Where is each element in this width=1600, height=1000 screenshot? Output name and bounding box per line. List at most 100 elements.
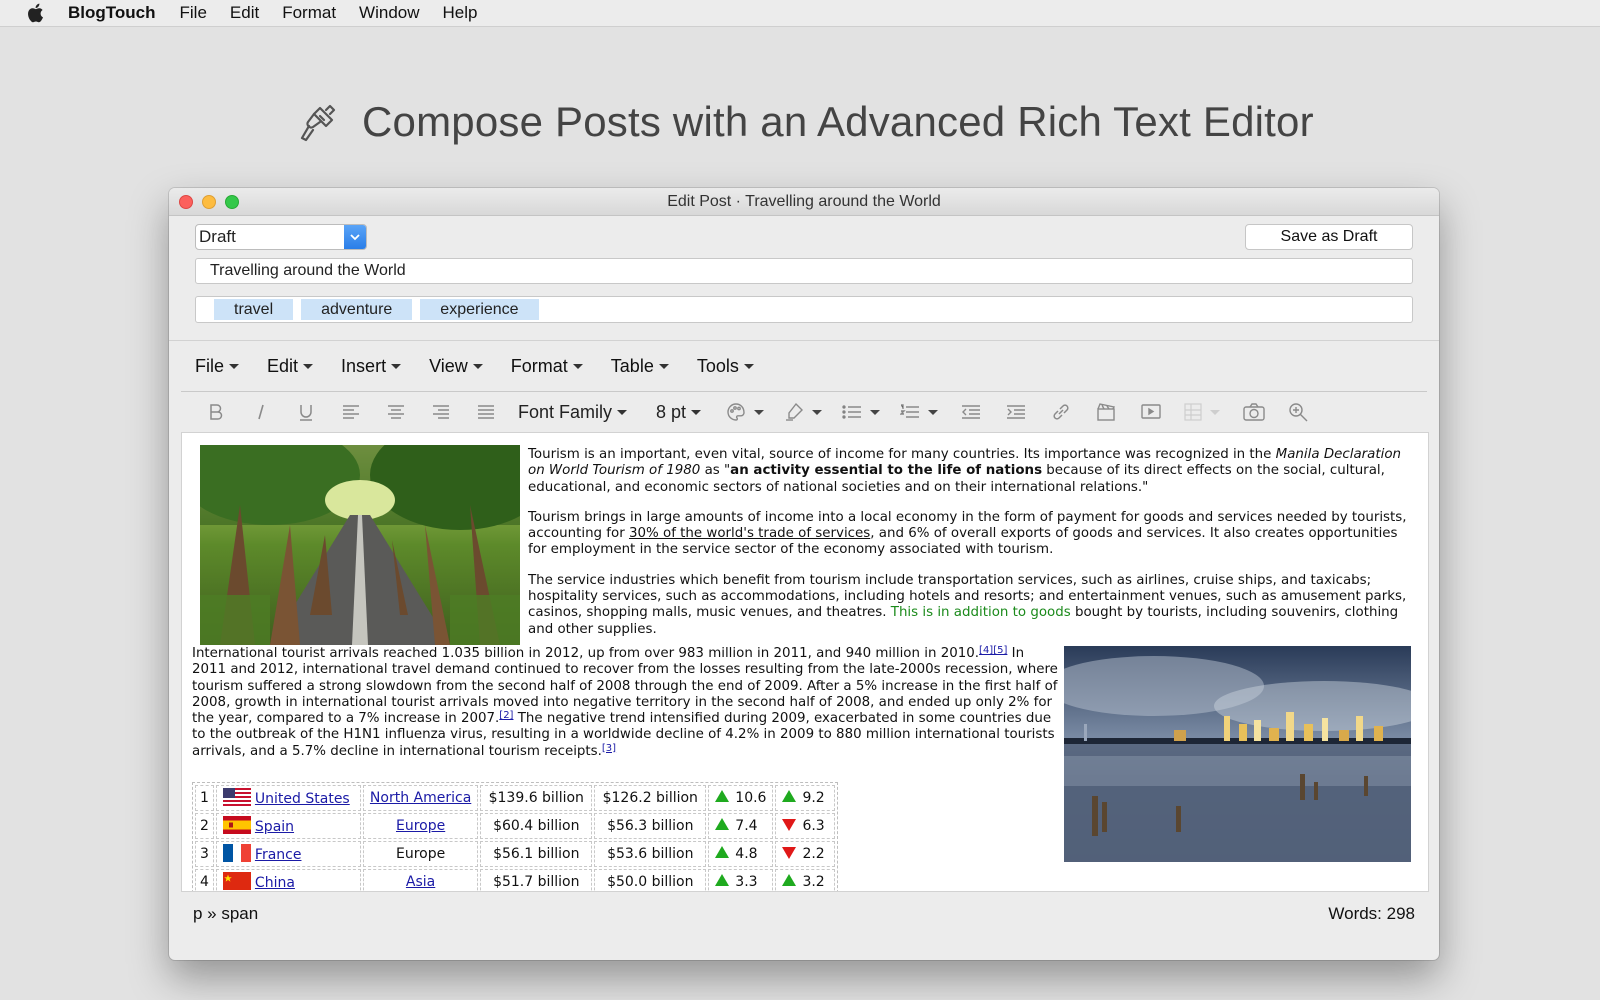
region-cell: Europe: [362, 841, 479, 867]
region-cell: Europe: [362, 813, 479, 839]
editor-menu-label: File: [195, 356, 225, 376]
divider: [181, 391, 1427, 392]
element-path[interactable]: p » span: [193, 904, 258, 924]
paragraph[interactable]: The service industries which benefit fro…: [528, 573, 1408, 638]
window-close-button[interactable]: [179, 194, 193, 209]
arrow-down-icon: [782, 846, 797, 859]
apple-icon[interactable]: [26, 3, 46, 23]
arrow-up-icon: [782, 789, 797, 802]
tourism-table[interactable]: 1 United States North America $139.6 billio…: [192, 782, 839, 891]
receipts-cell: $56.1 billion: [480, 841, 593, 867]
editor-menu-tools[interactable]: Tools: [697, 356, 754, 377]
brush-icon: [300, 104, 336, 142]
paragraph[interactable]: Tourism brings in large amounts of incom…: [528, 510, 1408, 559]
video-icon[interactable]: [1128, 399, 1173, 425]
format-toolbar: Font Family 8 pt: [193, 398, 1427, 426]
receipts-cell: $50.0 billion: [594, 869, 707, 891]
post-title-input[interactable]: Travelling around the World: [195, 258, 1413, 284]
align-center-icon[interactable]: [373, 399, 418, 425]
bullet-list-button[interactable]: [832, 399, 890, 425]
table-row[interactable]: 1 United States North America $139.6 billio…: [195, 785, 836, 811]
editor-menu-file[interactable]: File: [195, 356, 240, 377]
editor-menu-insert[interactable]: Insert: [341, 356, 402, 377]
region-link[interactable]: Europe: [396, 818, 445, 834]
table-button[interactable]: [1173, 399, 1231, 425]
change-value: 4.8: [735, 845, 758, 862]
receipts-cell: $53.6 billion: [594, 841, 707, 867]
align-left-icon[interactable]: [328, 399, 373, 425]
country-link[interactable]: China: [255, 875, 295, 891]
underline-icon[interactable]: [283, 399, 328, 425]
table-row[interactable]: 4 China Asia $51.7 billion $50.0 billion 3.3 3…: [195, 869, 836, 891]
numbered-list-icon: [900, 404, 919, 418]
post-status-select[interactable]: Draft: [195, 224, 367, 250]
text-color-button[interactable]: [716, 399, 774, 425]
paragraph[interactable]: International tourist arrivals reached 1…: [192, 646, 1060, 760]
save-as-draft-button[interactable]: Save as Draft: [1245, 224, 1413, 250]
bold-icon[interactable]: [193, 399, 238, 425]
arrow-down-icon: [782, 818, 797, 831]
window-zoom-button[interactable]: [225, 194, 239, 209]
table-row[interactable]: 3 France Europe $56.1 billion $53.6 billion 4…: [195, 841, 836, 867]
post-tags-input[interactable]: travel adventure experience: [195, 296, 1413, 323]
editor-menu-view[interactable]: View: [429, 356, 483, 377]
chevron-down-icon[interactable]: [344, 225, 366, 249]
table-row[interactable]: 2 Spain Europe $60.4 billion $56.3 billion 7.…: [195, 813, 836, 839]
arrow-up-icon: [715, 817, 730, 830]
menubar-app-name[interactable]: BlogTouch: [68, 3, 156, 23]
font-family-dropdown[interactable]: Font Family: [508, 402, 638, 423]
camera-icon[interactable]: [1231, 399, 1276, 425]
numbered-list-button[interactable]: [890, 399, 948, 425]
editor-menu-label: Format: [510, 356, 568, 376]
country-link[interactable]: United States: [255, 791, 350, 807]
window-minimize-button[interactable]: [202, 194, 216, 209]
italic-icon[interactable]: [238, 399, 283, 425]
footnote-link[interactable]: [2]: [499, 710, 513, 721]
editor-content[interactable]: Tourism is an important, even vital, sou…: [181, 432, 1429, 892]
editor-menu-format[interactable]: Format: [511, 356, 583, 377]
receipts-cell: $139.6 billion: [480, 785, 593, 811]
outdent-icon[interactable]: [948, 399, 993, 425]
editor-menu-table[interactable]: Table: [611, 356, 669, 377]
menubar-format[interactable]: Format: [282, 3, 336, 23]
menubar-window[interactable]: Window: [359, 3, 419, 23]
link-icon[interactable]: [1038, 399, 1083, 425]
region-link[interactable]: North America: [370, 790, 471, 806]
spain-flag-icon: [222, 816, 251, 835]
country-link[interactable]: Spain: [255, 819, 294, 835]
window-titlebar[interactable]: Edit Post · Travelling around the World: [169, 188, 1439, 216]
footnote-link[interactable]: [4][5]: [979, 645, 1007, 656]
font-size-dropdown[interactable]: 8 pt: [646, 402, 716, 423]
text-run: as ": [700, 463, 731, 479]
tree-lined-road-image[interactable]: [200, 445, 520, 645]
highlighter-icon: [786, 402, 803, 421]
font-size-label: 8 pt: [656, 401, 687, 422]
indent-icon[interactable]: [993, 399, 1038, 425]
menubar-edit[interactable]: Edit: [230, 3, 259, 23]
change-cell: 9.2: [775, 785, 836, 811]
caret-down-icon: [870, 409, 880, 415]
change-cell: 6.3: [775, 813, 836, 839]
caret-down-icon: [472, 364, 483, 369]
highlight-color-button[interactable]: [774, 399, 832, 425]
align-justify-icon[interactable]: [463, 399, 508, 425]
menubar-help[interactable]: Help: [443, 3, 478, 23]
paragraph[interactable]: Tourism is an important, even vital, sou…: [528, 447, 1408, 496]
tag-chip[interactable]: experience: [420, 299, 539, 320]
region-cell: North America: [362, 785, 479, 811]
find-replace-icon[interactable]: [1276, 399, 1321, 425]
tag-chip[interactable]: adventure: [301, 299, 413, 320]
change-cell: 3.2: [775, 869, 836, 891]
change-value: 10.6: [735, 789, 767, 806]
country-link[interactable]: France: [255, 847, 302, 863]
editor-menu-label: Insert: [341, 356, 387, 376]
change-value: 9.2: [802, 789, 825, 806]
menubar-file[interactable]: File: [180, 3, 207, 23]
editor-menu-edit[interactable]: Edit: [267, 356, 314, 377]
media-clapper-icon[interactable]: [1083, 399, 1128, 425]
tag-chip[interactable]: travel: [214, 299, 294, 320]
region-link[interactable]: Asia: [406, 874, 435, 890]
city-skyline-image[interactable]: [1064, 646, 1411, 862]
align-right-icon[interactable]: [418, 399, 463, 425]
footnote-link[interactable]: [3]: [602, 743, 616, 754]
